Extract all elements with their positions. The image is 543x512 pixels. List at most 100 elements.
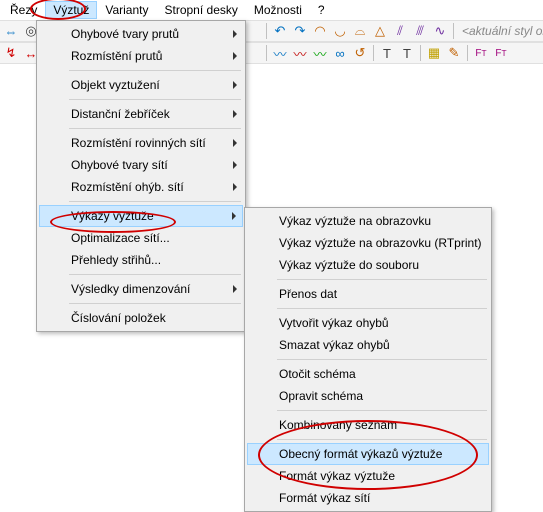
menubar-item-stropni-desky[interactable]: Stropní desky [157,1,246,19]
tool-arc2-icon[interactable]: ◡ [331,22,349,40]
submenu-item[interactable]: Formát výkaz výztuže [247,465,489,487]
menu-item[interactable]: Rozmístění prutů [39,45,243,67]
tool-rebar2-icon[interactable]: ⫻ [411,22,429,40]
submenu-item[interactable]: Smazat výkaz ohybů [247,334,489,356]
submenu-arrow-icon [233,81,237,89]
submenu-item-label: Formát výkaz sítí [279,491,370,505]
menu-vyztuz: Ohybové tvary prutů Rozmístění prutů Objek… [36,20,246,332]
toolbar-separator [420,45,421,61]
menu-item-label: Rozmístění prutů [71,49,162,63]
menu-item[interactable]: Ohybové tvary prutů [39,23,243,45]
tool-wave-icon[interactable]: ∿ [431,22,449,40]
submenu-item-label: Výkaz výztuže na obrazovku (RTprint) [279,236,482,250]
tool-fmt2-icon[interactable]: FT [492,44,510,62]
menu-separator [69,274,241,275]
submenu-item-label: Otočit schéma [279,367,356,381]
menu-item-label: Rozmístění rovinných sítí [71,136,206,150]
submenu-arrow-icon [233,110,237,118]
submenu-item-label: Formát výkaz výztuže [279,469,395,483]
menu-separator [277,439,487,440]
tool-rebar1-icon[interactable]: ⫽ [391,22,409,40]
menu-item[interactable]: Rozmístění rovinných sítí [39,132,243,154]
menu-item-label: Rozmístění ohýb. sítí [71,180,184,194]
tool-fmt1-icon[interactable]: FT [472,44,490,62]
submenu-arrow-icon [233,52,237,60]
tool-curve2-icon[interactable]: 〰 [291,44,309,62]
tool-curve1-icon[interactable]: 〰 [271,44,289,62]
menu-item[interactable]: Přehledy střihů... [39,249,243,271]
tool-link-icon[interactable]: ∞ [331,44,349,62]
tool-text2-icon[interactable]: T [398,44,416,62]
submenu-arrow-icon [232,212,236,220]
submenu-item-label: Výkaz výztuže na obrazovku [279,214,431,228]
toolbar-separator [467,45,468,61]
menu-item[interactable]: Výsledky dimenzování [39,278,243,300]
menu-item-label: Optimalizace sítí... [71,231,170,245]
submenu-item[interactable]: Otočit schéma [247,363,489,385]
submenu-item[interactable]: Přenos dat [247,283,489,305]
tool-paint-icon[interactable]: ✎ [445,44,463,62]
menu-item-label: Číslování položek [71,311,166,325]
menu-item[interactable]: Optimalizace sítí... [39,227,243,249]
tool-text1-icon[interactable]: T [378,44,396,62]
menu-separator [277,308,487,309]
menu-separator [69,70,241,71]
tool-loop-icon[interactable]: ↺ [351,44,369,62]
menubar-item-rezy[interactable]: Řezy [2,1,45,19]
toolbar-separator [373,45,374,61]
toolbar-separator [266,23,267,39]
menubar-item-moznosti[interactable]: Možnosti [246,1,310,19]
menu-item[interactable]: Číslování položek [39,307,243,329]
menubar-item-vyztuz[interactable]: Výztuž [45,1,97,19]
tool-polyline-icon[interactable]: ↯ [2,44,20,62]
menubar: Řezy Výztuž Varianty Stropní desky Možno… [0,0,543,20]
submenu-arrow-icon [233,30,237,38]
menu-item[interactable]: Ohybové tvary sítí [39,154,243,176]
tool-highlight-icon[interactable]: ▦ [425,44,443,62]
menu-item-label: Výsledky dimenzování [71,282,190,296]
submenu-item-label: Vytvořit výkaz ohybů [279,316,389,330]
tool-arc1-icon[interactable]: ◠ [311,22,329,40]
submenu-arrow-icon [233,183,237,191]
tool-shape2-icon[interactable]: △ [371,22,389,40]
submenu-item[interactable]: Vytvořit výkaz ohybů [247,312,489,334]
submenu-item[interactable]: Výkaz výztuže na obrazovku (RTprint) [247,232,489,254]
submenu-item[interactable]: Výkaz výztuže na obrazovku [247,210,489,232]
menu-item-label: Objekt vyztužení [71,78,160,92]
menu-separator [69,201,241,202]
submenu-item[interactable]: Formát výkaz sítí [247,487,489,509]
submenu-item-label: Obecný formát výkazů výztuže [279,447,442,461]
tool-shape1-icon[interactable]: ⌓ [351,22,369,40]
menubar-item-help[interactable]: ? [310,1,333,19]
submenu-item-label: Přenos dat [279,287,337,301]
toolbar-separator [266,45,267,61]
toolbar-separator [453,23,454,39]
submenu-item[interactable]: Kombinovaný seznam [247,414,489,436]
menu-item-label: Výkazy výztuže [71,209,154,223]
menu-item[interactable]: Objekt vyztužení [39,74,243,96]
submenu-vykazy-vyztuze: Výkaz výztuže na obrazovku Výkaz výztuže … [244,207,492,512]
tool-curve3-icon[interactable]: 〰 [311,44,329,62]
menu-item-label: Distanční žebříček [71,107,170,121]
menu-item-label: Ohybové tvary prutů [71,27,179,41]
tool-undo-icon[interactable]: ↶ [271,22,289,40]
tool-redo-icon[interactable]: ↷ [291,22,309,40]
submenu-arrow-icon [233,285,237,293]
menu-separator [69,303,241,304]
submenu-item[interactable]: Opravit schéma [247,385,489,407]
submenu-arrow-icon [233,161,237,169]
menu-separator [69,128,241,129]
submenu-item[interactable]: Obecný formát výkazů výztuže [247,443,489,465]
menu-item[interactable]: Výkazy výztuže [39,205,243,227]
menubar-item-varianty[interactable]: Varianty [97,1,156,19]
tool-move-icon[interactable]: ⇔ [2,22,20,40]
submenu-item[interactable]: Výkaz výztuže do souboru [247,254,489,276]
menu-item[interactable]: Distanční žebříček [39,103,243,125]
submenu-arrow-icon [233,139,237,147]
menu-separator [69,99,241,100]
menu-item[interactable]: Rozmístění ohýb. sítí [39,176,243,198]
submenu-item-label: Opravit schéma [279,389,363,403]
menu-separator [277,359,487,360]
current-style-label: <aktuální styl ol [458,24,543,38]
menu-separator [277,279,487,280]
